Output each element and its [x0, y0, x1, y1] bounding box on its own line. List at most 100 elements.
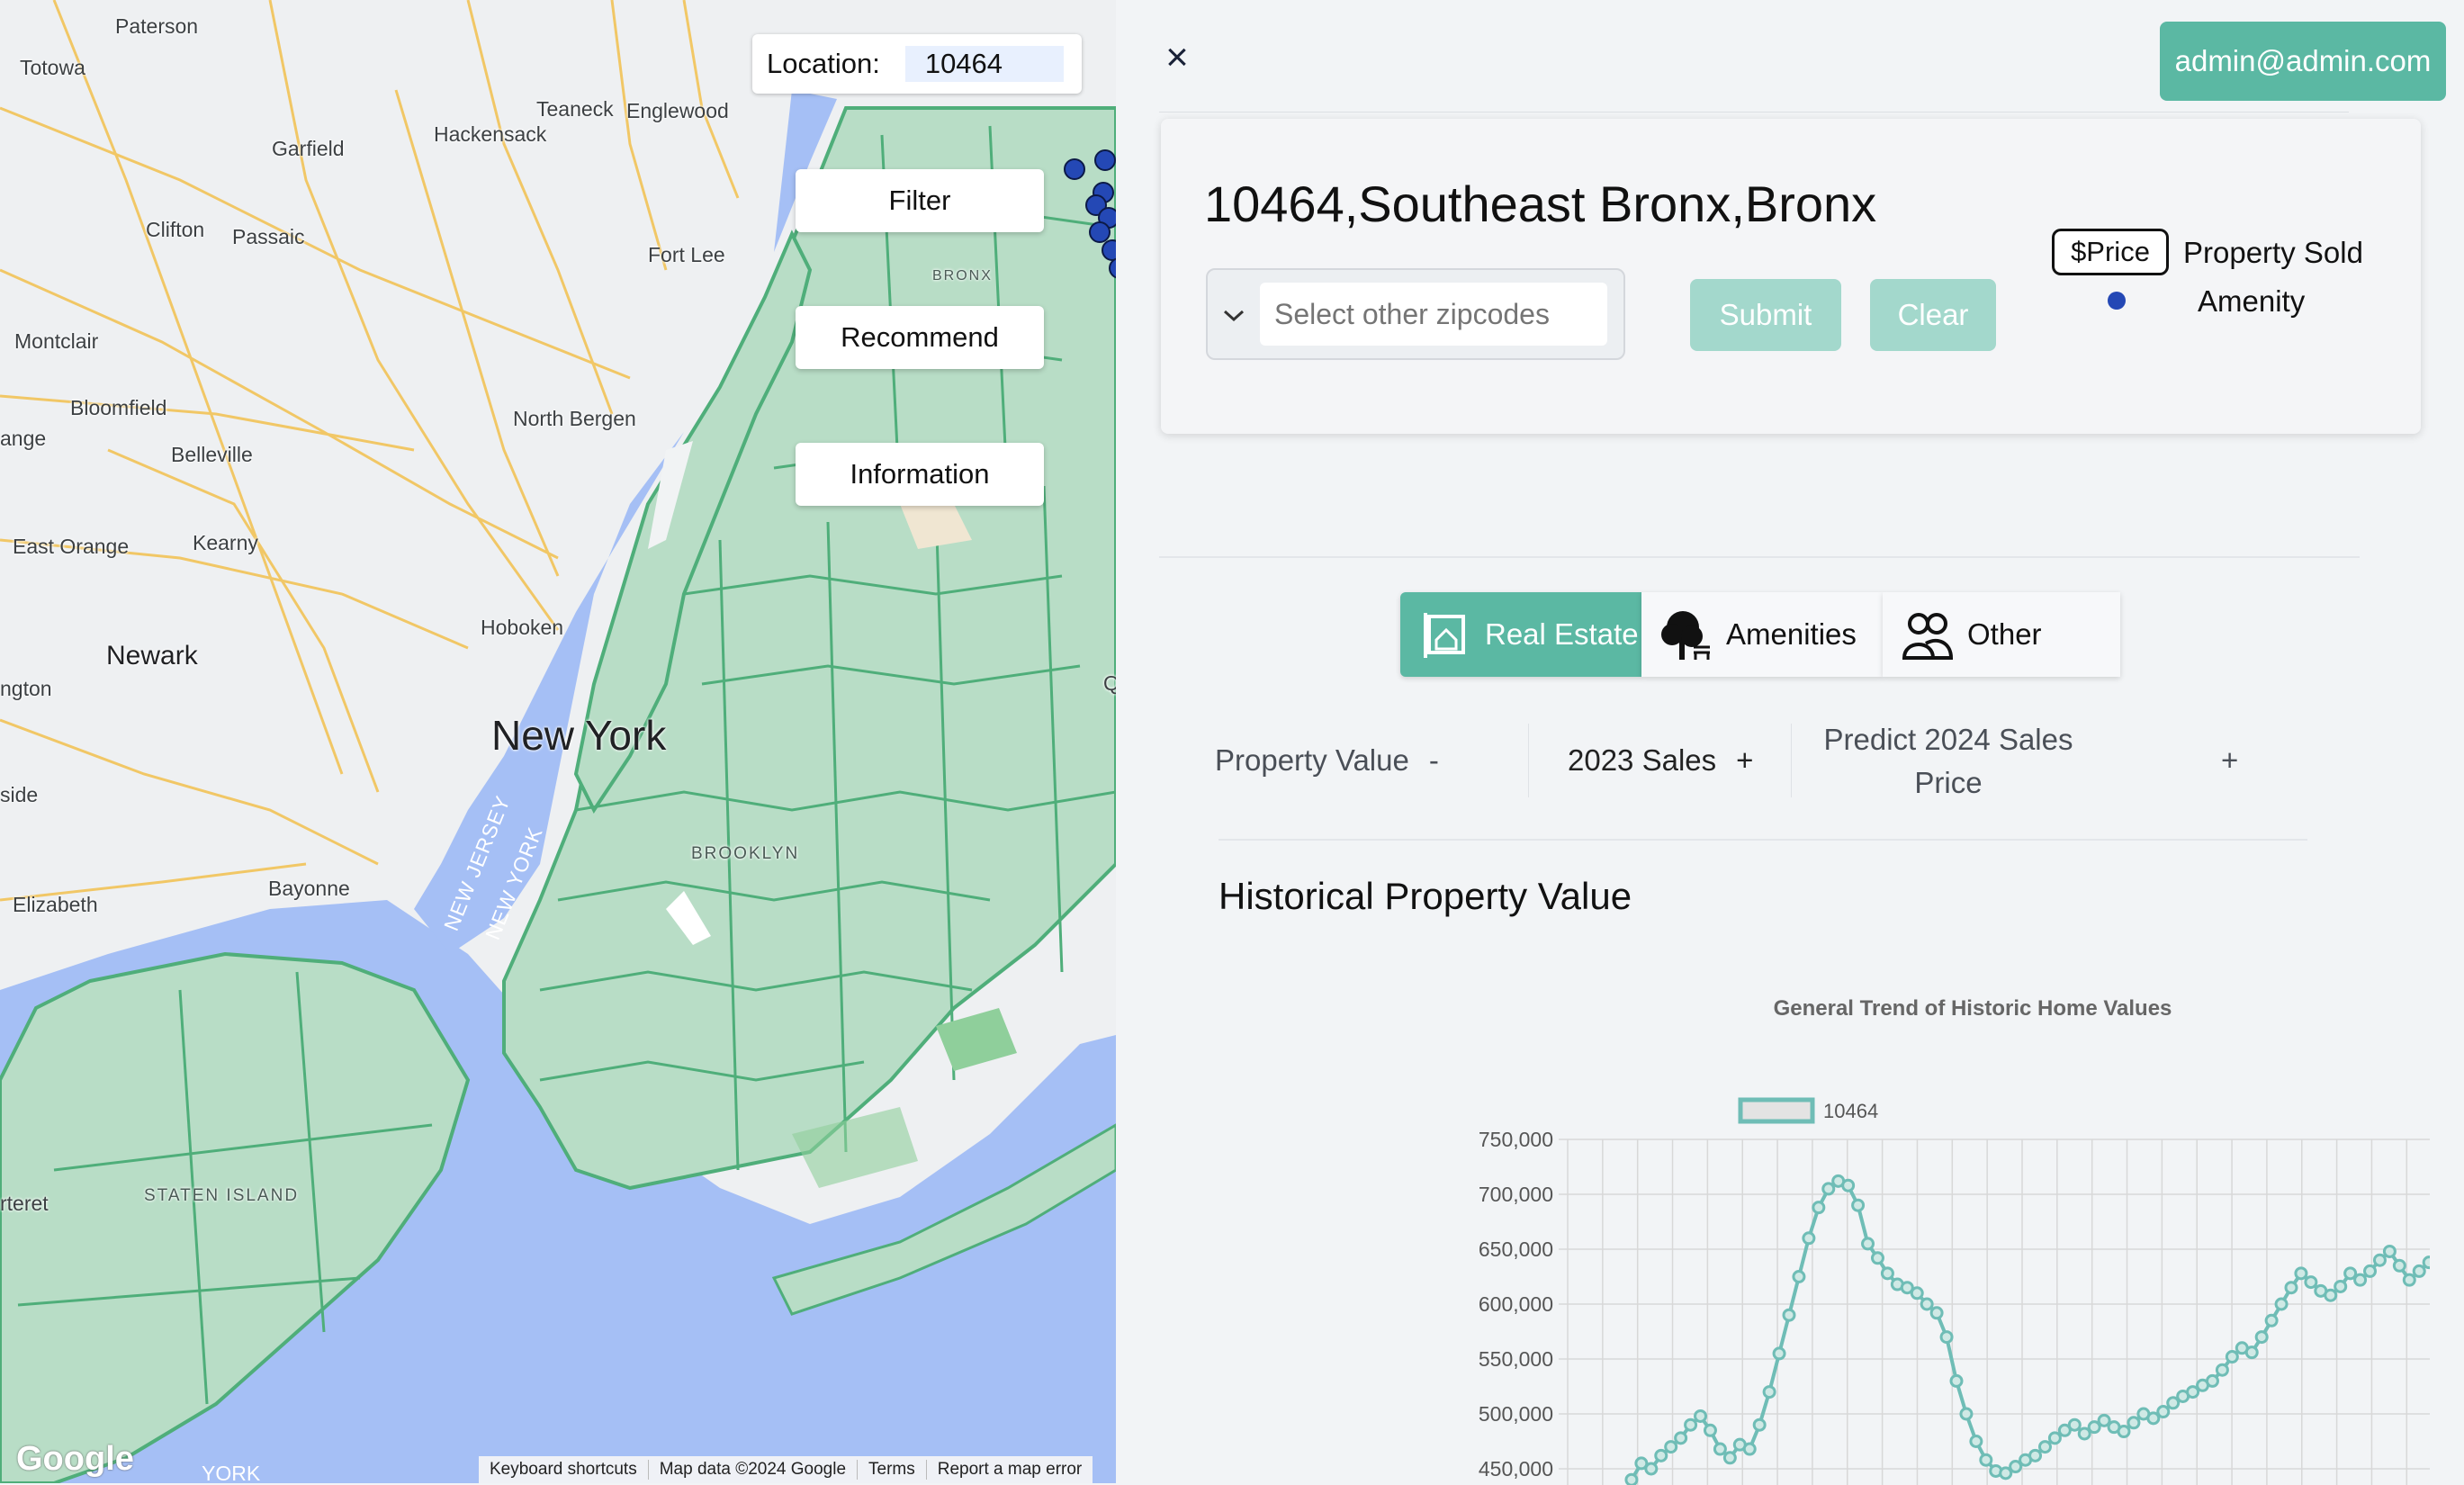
data-point[interactable]	[2392, 1258, 2406, 1273]
data-point[interactable]	[2382, 1244, 2397, 1258]
data-point[interactable]	[1654, 1448, 1668, 1462]
map-label-totowa: Totowa	[20, 56, 85, 79]
keyboard-shortcuts-link[interactable]: Keyboard shortcuts	[479, 1460, 649, 1480]
map-label-q: Q	[1103, 671, 1116, 695]
chevron-down-icon[interactable]	[1222, 301, 1245, 329]
data-point[interactable]	[2127, 1416, 2141, 1430]
data-point[interactable]	[1949, 1373, 1964, 1388]
data-point[interactable]	[1929, 1306, 1944, 1320]
data-point[interactable]	[1792, 1270, 1806, 1283]
data-point[interactable]	[1762, 1385, 1776, 1400]
data-point[interactable]	[1880, 1266, 1894, 1281]
data-point[interactable]	[2156, 1405, 2171, 1419]
collapse-icon[interactable]: -	[1429, 743, 1439, 778]
data-point[interactable]	[2117, 1425, 2131, 1439]
report-map-error-link[interactable]: Report a map error	[927, 1460, 1093, 1480]
expand-icon[interactable]: +	[1736, 743, 1753, 778]
data-point[interactable]	[2244, 1346, 2259, 1360]
subnav-label: Property Value	[1215, 743, 1409, 777]
recommend-button[interactable]: Recommend	[796, 306, 1044, 369]
data-point[interactable]	[1910, 1286, 1924, 1300]
data-point[interactable]	[2334, 1279, 2348, 1293]
data-point[interactable]	[2353, 1273, 2368, 1287]
zipcode-search-input[interactable]	[1260, 283, 1607, 346]
data-point[interactable]	[2037, 1440, 2052, 1454]
data-point[interactable]	[2067, 1418, 2082, 1432]
legend-amenity-dot	[2108, 292, 2126, 310]
data-point[interactable]	[1821, 1182, 1836, 1196]
legend-price-badge: $Price	[2052, 229, 2169, 275]
data-point[interactable]	[2047, 1431, 2062, 1445]
data-point[interactable]	[1782, 1308, 1796, 1322]
data-point[interactable]	[1624, 1472, 1639, 1485]
data-point[interactable]	[2284, 1281, 2298, 1295]
data-point[interactable]	[2412, 1264, 2426, 1278]
data-point[interactable]	[1713, 1442, 1727, 1456]
data-point[interactable]	[2304, 1275, 2318, 1290]
terms-link[interactable]: Terms	[858, 1460, 927, 1480]
tab-amenities[interactable]: Amenities	[1641, 592, 1883, 677]
map-label-ngton: ngton	[0, 677, 52, 700]
subnav-2023-sales[interactable]: 2023 Sales +	[1568, 743, 1753, 778]
data-point[interactable]	[1861, 1237, 1875, 1251]
data-point[interactable]	[1959, 1407, 1974, 1421]
map-label-bloomfield: Bloomfield	[70, 396, 167, 419]
filter-button[interactable]: Filter	[796, 169, 1044, 232]
data-point[interactable]	[1802, 1231, 1816, 1246]
data-point[interactable]	[1742, 1442, 1757, 1456]
data-point[interactable]	[2422, 1256, 2430, 1270]
data-point[interactable]	[2028, 1448, 2043, 1462]
clear-button[interactable]: Clear	[1870, 279, 1996, 351]
data-point[interactable]	[2294, 1266, 2308, 1281]
data-point[interactable]	[2402, 1273, 2416, 1287]
divider	[1219, 839, 2307, 841]
data-point[interactable]	[2254, 1330, 2269, 1345]
map-label-fort-lee: Fort Lee	[648, 243, 725, 266]
data-point[interactable]	[1812, 1201, 1826, 1215]
user-account-button[interactable]: admin@admin.com	[2160, 22, 2446, 101]
data-point[interactable]	[2215, 1363, 2229, 1377]
data-point[interactable]	[1752, 1418, 1767, 1432]
legend-label[interactable]: 10464	[1823, 1100, 1878, 1122]
data-point[interactable]	[2363, 1264, 2378, 1278]
information-button[interactable]: Information	[796, 443, 1044, 506]
expand-icon[interactable]: +	[2221, 743, 2238, 778]
data-point[interactable]	[2205, 1373, 2219, 1388]
map-view[interactable]: Paterson Totowa Teaneck Englewood Hacken…	[0, 0, 1116, 1483]
data-point[interactable]	[2225, 1350, 2239, 1364]
section-title: Historical Property Value	[1219, 875, 1632, 917]
data-point[interactable]	[1841, 1178, 1856, 1192]
data-point[interactable]	[1694, 1408, 1708, 1423]
amenity-marker[interactable]	[1064, 158, 1085, 180]
location-value[interactable]: 10464	[904, 46, 1064, 82]
subnav-predict-2024[interactable]: Predict 2024 Sales Price	[1809, 718, 2088, 805]
data-point[interactable]	[2274, 1297, 2289, 1311]
close-icon[interactable]: ×	[1159, 38, 1195, 77]
tab-other[interactable]: Other	[1883, 592, 2120, 677]
submit-button[interactable]: Submit	[1690, 279, 1841, 351]
data-point[interactable]	[1920, 1297, 1934, 1311]
data-point[interactable]	[1674, 1431, 1688, 1445]
map-label-clifton: Clifton	[146, 218, 205, 241]
data-point[interactable]	[1644, 1462, 1659, 1476]
data-point[interactable]	[1870, 1251, 1884, 1265]
data-point[interactable]	[1722, 1451, 1737, 1465]
map-label-side: side	[0, 783, 39, 806]
data-point[interactable]	[1664, 1440, 1678, 1454]
map-label-teaneck: Teaneck	[536, 97, 614, 121]
subnav-property-value[interactable]: Property Value -	[1215, 743, 1439, 778]
zipcode-select[interactable]	[1206, 268, 1625, 360]
data-point[interactable]	[1979, 1453, 1993, 1467]
data-point[interactable]	[1939, 1330, 1954, 1345]
tab-real-estate[interactable]: Real Estate	[1400, 592, 1641, 677]
amenity-marker[interactable]	[1094, 149, 1116, 171]
data-point[interactable]	[2264, 1313, 2279, 1328]
data-point[interactable]	[1969, 1435, 1983, 1448]
data-point[interactable]	[2324, 1288, 2338, 1302]
data-point[interactable]	[1703, 1423, 1717, 1437]
data-point[interactable]	[1772, 1346, 1786, 1361]
data-point[interactable]	[1684, 1418, 1698, 1432]
legend-property-sold: Property Sold	[2183, 236, 2363, 269]
data-point[interactable]	[2372, 1253, 2387, 1267]
data-point[interactable]	[1851, 1198, 1866, 1212]
